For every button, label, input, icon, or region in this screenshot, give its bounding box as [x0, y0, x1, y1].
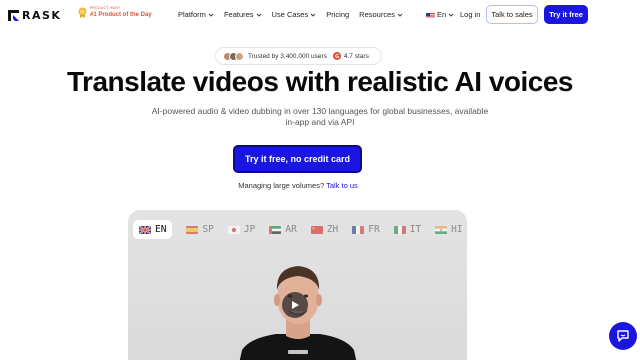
- chevron-down-icon: [310, 13, 316, 17]
- badge-main-text: #1 Product of the Day: [90, 11, 152, 18]
- lang-tab-sp[interactable]: SP: [186, 224, 214, 235]
- video-player[interactable]: EN SP JP AR ZH FR IT HI: [128, 210, 467, 360]
- nav-pricing[interactable]: Pricing: [326, 10, 349, 19]
- lang-code: AR: [285, 224, 297, 235]
- nav-label: Use Cases: [271, 10, 309, 19]
- lang-code: SP: [202, 224, 214, 235]
- spain-flag-icon: [186, 225, 199, 234]
- india-flag-icon: [435, 225, 448, 234]
- nav-label: Platform: [178, 10, 206, 19]
- nav-resources[interactable]: Resources: [359, 10, 403, 19]
- chevron-down-icon: [256, 13, 261, 17]
- nav-label: Pricing: [326, 10, 350, 19]
- rask-logo[interactable]: RASK: [8, 9, 61, 22]
- italy-flag-icon: [393, 225, 406, 234]
- china-flag-icon: [310, 225, 323, 234]
- chevron-down-icon: [208, 13, 214, 17]
- lang-tab-jp[interactable]: JP: [227, 224, 256, 235]
- header: RASK PRODUCT HUNT #1 Product of the Day …: [0, 0, 640, 30]
- product-hunt-medal-icon: [78, 7, 87, 18]
- main-nav: Platform Features Use Cases Pricing Reso…: [178, 10, 403, 19]
- lang-code: ZH: [326, 224, 339, 235]
- lang-tab-hi[interactable]: HI: [435, 224, 463, 235]
- user-avatars: [223, 51, 244, 61]
- try-free-header-button[interactable]: Try it free: [544, 5, 588, 24]
- trust-text: Trusted by 3,400,000 users: [248, 52, 327, 60]
- trust-pill: Trusted by 3,400,000 users G 4.7 stars: [215, 47, 382, 65]
- language-selector[interactable]: En: [426, 10, 454, 19]
- nav-features[interactable]: Features: [224, 10, 262, 19]
- manage-text: Managing large volumes?: [238, 181, 325, 190]
- lang-code: EN: [155, 224, 167, 235]
- login-link[interactable]: Log in: [460, 10, 480, 19]
- play-button[interactable]: [282, 292, 308, 318]
- nav-platform[interactable]: Platform: [178, 10, 214, 19]
- uae-flag-icon: [269, 225, 282, 234]
- chat-icon: [617, 330, 629, 342]
- lang-code: IT: [409, 224, 422, 235]
- svg-text:G: G: [335, 54, 339, 60]
- lang-tab-fr[interactable]: FR: [352, 224, 380, 235]
- g2-icon: G: [332, 52, 341, 60]
- france-flag-icon: [352, 225, 365, 234]
- lang-code: FR: [368, 224, 380, 235]
- avatar: [235, 51, 244, 61]
- product-hunt-badge[interactable]: PRODUCT HUNT #1 Product of the Day: [78, 7, 152, 18]
- uk-flag-icon: [139, 225, 151, 234]
- nav-label: Features: [223, 10, 254, 19]
- badge-small-text: PRODUCT HUNT: [90, 6, 121, 11]
- try-free-cta-button[interactable]: Try it free, no credit card: [233, 145, 362, 173]
- lang-code: JP: [243, 224, 256, 235]
- japan-flag-icon: [227, 225, 240, 234]
- manage-volumes-line: Managing large volumes? Talk to us: [0, 181, 596, 190]
- brand-name: RASK: [22, 9, 62, 22]
- lang-tab-it[interactable]: IT: [393, 224, 422, 235]
- lang-tab-zh[interactable]: ZH: [310, 224, 339, 235]
- hero-subtitle: AI-powered audio & video dubbing in over…: [151, 106, 489, 128]
- nav-use-cases[interactable]: Use Cases: [272, 10, 317, 19]
- talk-to-sales-button[interactable]: Talk to sales: [486, 5, 538, 24]
- lang-tab-en[interactable]: EN: [133, 220, 173, 239]
- chevron-down-icon: [397, 13, 403, 17]
- rating-text: 4.7 stars: [343, 52, 369, 60]
- chat-widget-button[interactable]: [609, 322, 637, 350]
- chevron-down-icon: [448, 13, 454, 17]
- us-flag-icon: [426, 12, 435, 18]
- play-icon: [292, 301, 299, 309]
- language-label: En: [437, 10, 447, 19]
- lang-tab-ar[interactable]: AR: [269, 224, 297, 235]
- lang-code: HI: [451, 224, 463, 235]
- hero-title: Translate videos with realistic AI voice…: [66, 66, 574, 97]
- talk-to-us-link[interactable]: Talk to us: [326, 181, 358, 190]
- nav-label: Resources: [359, 10, 396, 19]
- rask-logo-icon: [8, 10, 19, 21]
